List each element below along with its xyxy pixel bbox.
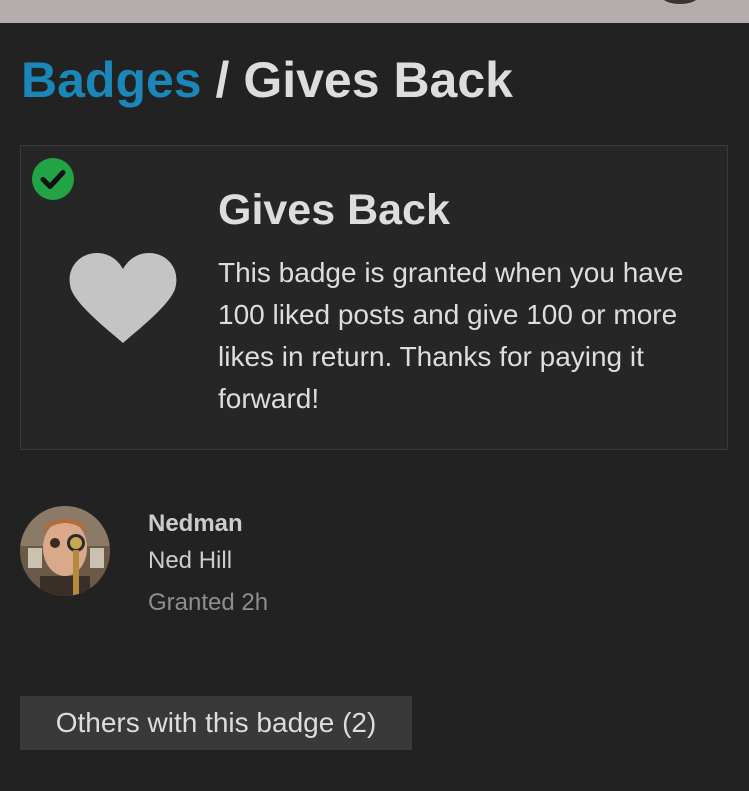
current-user-avatar[interactable] (660, 0, 700, 4)
badge-description: This badge is granted when you have 100 … (218, 257, 684, 414)
breadcrumb-badges-link[interactable]: Badges (21, 52, 202, 108)
page-title: Gives Back (243, 52, 513, 108)
heart-icon (69, 253, 177, 343)
avatar[interactable] (20, 506, 110, 596)
grantee-username[interactable]: Nedman (148, 510, 243, 538)
badge-card: Gives Back This badge is granted when yo… (20, 145, 728, 450)
breadcrumb-separator: / (215, 52, 230, 108)
badge-title: Gives Back (218, 186, 450, 234)
user-photo (20, 506, 110, 596)
check-circle-icon (32, 158, 74, 200)
grantee-full-name: Ned Hill (148, 547, 233, 574)
granted-timestamp: Granted 2h (148, 589, 269, 616)
others-with-badge-button[interactable]: Others with this badge (2) (20, 696, 412, 750)
top-header-bar (0, 0, 749, 23)
breadcrumb: Badges / Gives Back (21, 50, 513, 110)
